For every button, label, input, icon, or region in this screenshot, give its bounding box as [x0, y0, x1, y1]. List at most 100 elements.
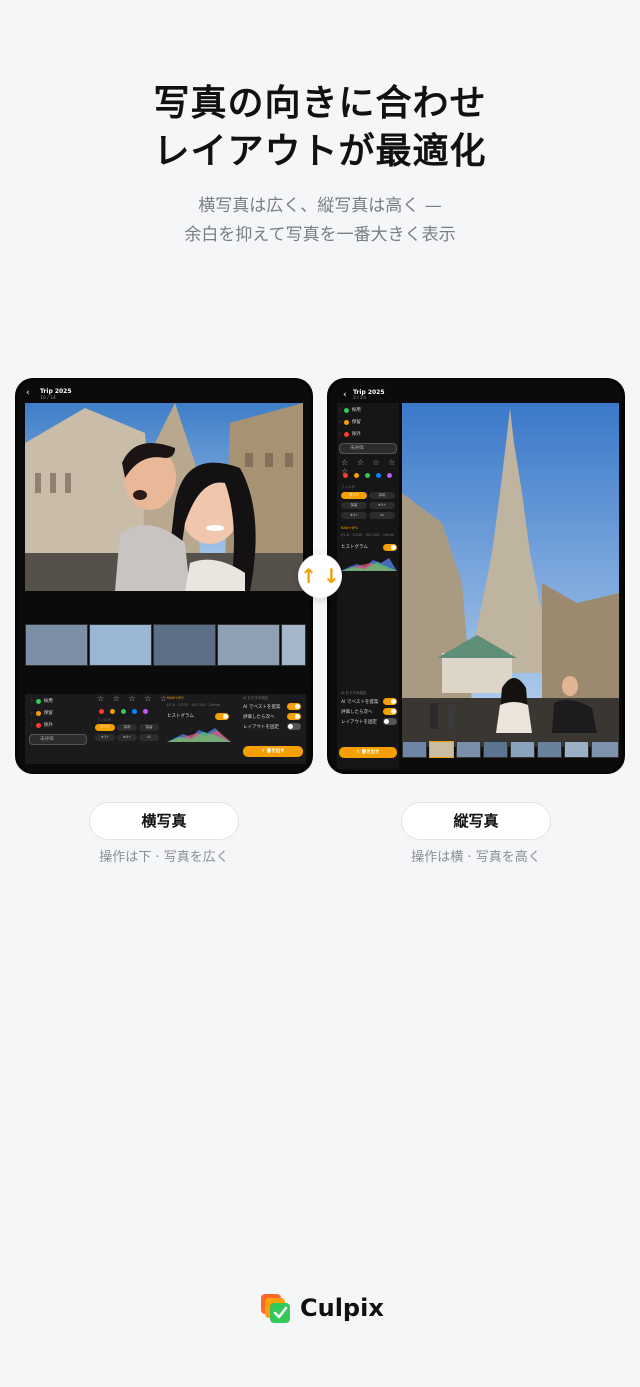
filmstrip-thumb[interactable]: [217, 624, 280, 666]
category-row-adopt[interactable]: › 採用: [339, 405, 397, 415]
toggle-label: AI でベストを提案: [243, 705, 281, 710]
filter-chip[interactable]: ★4+: [341, 512, 367, 519]
album-title: Trip 2025: [353, 389, 385, 396]
category-label: 保留: [43, 711, 53, 716]
auto-advance-toggle[interactable]: [383, 708, 397, 715]
culpix-logo-check-icon: [260, 1292, 292, 1324]
export-button[interactable]: ⇪ 書き出す: [243, 746, 303, 757]
export-button[interactable]: ⇪ 書き出す: [339, 747, 397, 758]
arrow-down-icon: ↓: [323, 564, 340, 588]
filmstrip-thumb[interactable]: [564, 741, 589, 758]
lock-layout-toggle[interactable]: [383, 718, 397, 725]
blue-label-icon[interactable]: [132, 709, 137, 714]
color-label-picker[interactable]: [99, 709, 148, 714]
headline-line2: レイアウトが最適化: [153, 131, 487, 172]
color-label-picker[interactable]: [343, 473, 392, 478]
toggle-label: AI でベストを提案: [341, 700, 379, 705]
ai-suggest-toggle[interactable]: [383, 698, 397, 705]
swap-orientation-arrows-icon: ↑ ↓: [298, 554, 342, 598]
subtitle-line2: 余白を抑えて写真を一番大きく表示: [184, 225, 456, 245]
filter-chip[interactable]: ★3+: [95, 734, 115, 741]
histogram-toggle[interactable]: [215, 713, 229, 720]
rating-filter-field[interactable]: 未評価: [339, 443, 397, 454]
filter-label: フィルタ: [97, 718, 111, 722]
filter-chip[interactable]: ★3+: [369, 502, 395, 509]
red-dot-icon: [343, 431, 349, 437]
filmstrip-thumb[interactable]: [25, 624, 88, 666]
back-chevron-icon[interactable]: ‹: [343, 390, 347, 400]
export-label: 書き出す: [361, 750, 380, 755]
purple-label-icon[interactable]: [143, 709, 148, 714]
filter-chip[interactable]: AI: [139, 734, 159, 741]
filmstrip-thumb-selected[interactable]: [429, 741, 454, 758]
ai-suggest-toggle[interactable]: [287, 703, 301, 710]
filmstrip-thumb[interactable]: [591, 741, 619, 758]
toggle-label: レイアウトを固定: [341, 720, 377, 725]
bottom-control-panel: › 採用 › 保留 › 除外 未評価 ☆ ☆ ☆ ☆ ☆ フィルタ すべて 採用 保留…: [25, 694, 306, 764]
filter-chip[interactable]: 保留: [139, 724, 159, 731]
orange-label-icon[interactable]: [110, 709, 115, 714]
filter-chip[interactable]: すべて: [95, 724, 115, 731]
filmstrip-thumb[interactable]: [402, 741, 427, 758]
photo-counter: 2 / 14: [353, 396, 366, 401]
category-row-hold[interactable]: › 保留: [31, 708, 87, 718]
blue-label-icon[interactable]: [376, 473, 381, 478]
category-row-exclude[interactable]: › 除外: [31, 720, 87, 730]
photo-counter: 10 / 14: [40, 396, 56, 401]
filter-chip[interactable]: 保留: [341, 502, 367, 509]
filter-chip[interactable]: AI: [369, 512, 395, 519]
lock-layout-toggle[interactable]: [287, 723, 301, 730]
landscape-caption: 操作は下 · 写真を広く: [99, 850, 229, 865]
orange-dot-icon: [343, 419, 349, 425]
category-label: 除外: [351, 432, 361, 437]
portrait-label-pill: 縦写真: [401, 802, 551, 840]
toggle-label: レイアウトを固定: [243, 725, 279, 730]
category-label: 保留: [351, 420, 361, 425]
red-label-icon[interactable]: [343, 473, 348, 478]
auto-advance-toggle[interactable]: [287, 713, 301, 720]
filmstrip-thumb[interactable]: [456, 741, 481, 758]
filter-chip[interactable]: 採用: [117, 724, 137, 731]
category-label: 採用: [43, 699, 53, 704]
back-chevron-icon[interactable]: ‹: [26, 388, 30, 398]
red-dot-icon: [35, 722, 41, 728]
filmstrip-thumb[interactable]: [153, 624, 216, 666]
histogram-chart: [341, 558, 397, 571]
category-row-exclude[interactable]: › 除外: [339, 429, 397, 439]
green-dot-icon: [343, 407, 349, 413]
filmstrip-thumb[interactable]: [483, 741, 508, 758]
landscape-device-mockup: ‹ Trip 2025 10 / 14 › 採用 › 保留 › 除外 未評価 ☆…: [15, 378, 313, 774]
green-label-icon[interactable]: [121, 709, 126, 714]
portrait-device-mockup: ‹ Trip 2025 2 / 14 › 採用 › 保留 › 除外 未評価 ☆ ☆ ☆…: [327, 378, 625, 774]
histogram-toggle[interactable]: [383, 544, 397, 551]
main-photo-portrait[interactable]: [402, 403, 619, 747]
star-rating[interactable]: ☆ ☆ ☆ ☆ ☆: [97, 694, 170, 703]
category-row-hold[interactable]: › 保留: [339, 417, 397, 427]
headline: 写真の向きに合わせ レイアウトが最適化: [0, 80, 640, 176]
red-label-icon[interactable]: [99, 709, 104, 714]
filmstrip-thumb[interactable]: [89, 624, 152, 666]
purple-label-icon[interactable]: [387, 473, 392, 478]
filmstrip-thumb[interactable]: [510, 741, 535, 758]
orange-dot-icon: [35, 710, 41, 716]
exif-info: ƒ/1.8 · 1/125 · ISO 100 · 24mm: [167, 703, 221, 707]
exif-info: ƒ/1.8 · 1/125 · ISO 100 · 24mm: [341, 533, 395, 537]
green-label-icon[interactable]: [365, 473, 370, 478]
headline-line1: 写真の向きに合わせ: [153, 83, 487, 124]
filter-chip[interactable]: 採用: [369, 492, 395, 499]
rating-filter-field[interactable]: 未評価: [29, 734, 87, 745]
filmstrip-thumb[interactable]: [281, 624, 306, 666]
portrait-caption: 操作は横 · 写真を高く: [411, 850, 541, 865]
filmstrip-thumb[interactable]: [537, 741, 562, 758]
main-photo-landscape[interactable]: [25, 403, 303, 591]
category-row-adopt[interactable]: › 採用: [31, 696, 87, 706]
toggle-label: 評価したら次へ: [243, 715, 275, 720]
format-badge: RAW+JPG: [167, 696, 184, 700]
orange-label-icon[interactable]: [354, 473, 359, 478]
filter-chip[interactable]: ★4+: [117, 734, 137, 741]
landscape-label-pill: 横写真: [89, 802, 239, 840]
filter-chip[interactable]: すべて: [341, 492, 367, 499]
green-dot-icon: [35, 698, 41, 704]
album-title: Trip 2025: [40, 388, 72, 395]
subtitle-line1: 横写真は広く、縦写真は高く —: [198, 196, 442, 216]
